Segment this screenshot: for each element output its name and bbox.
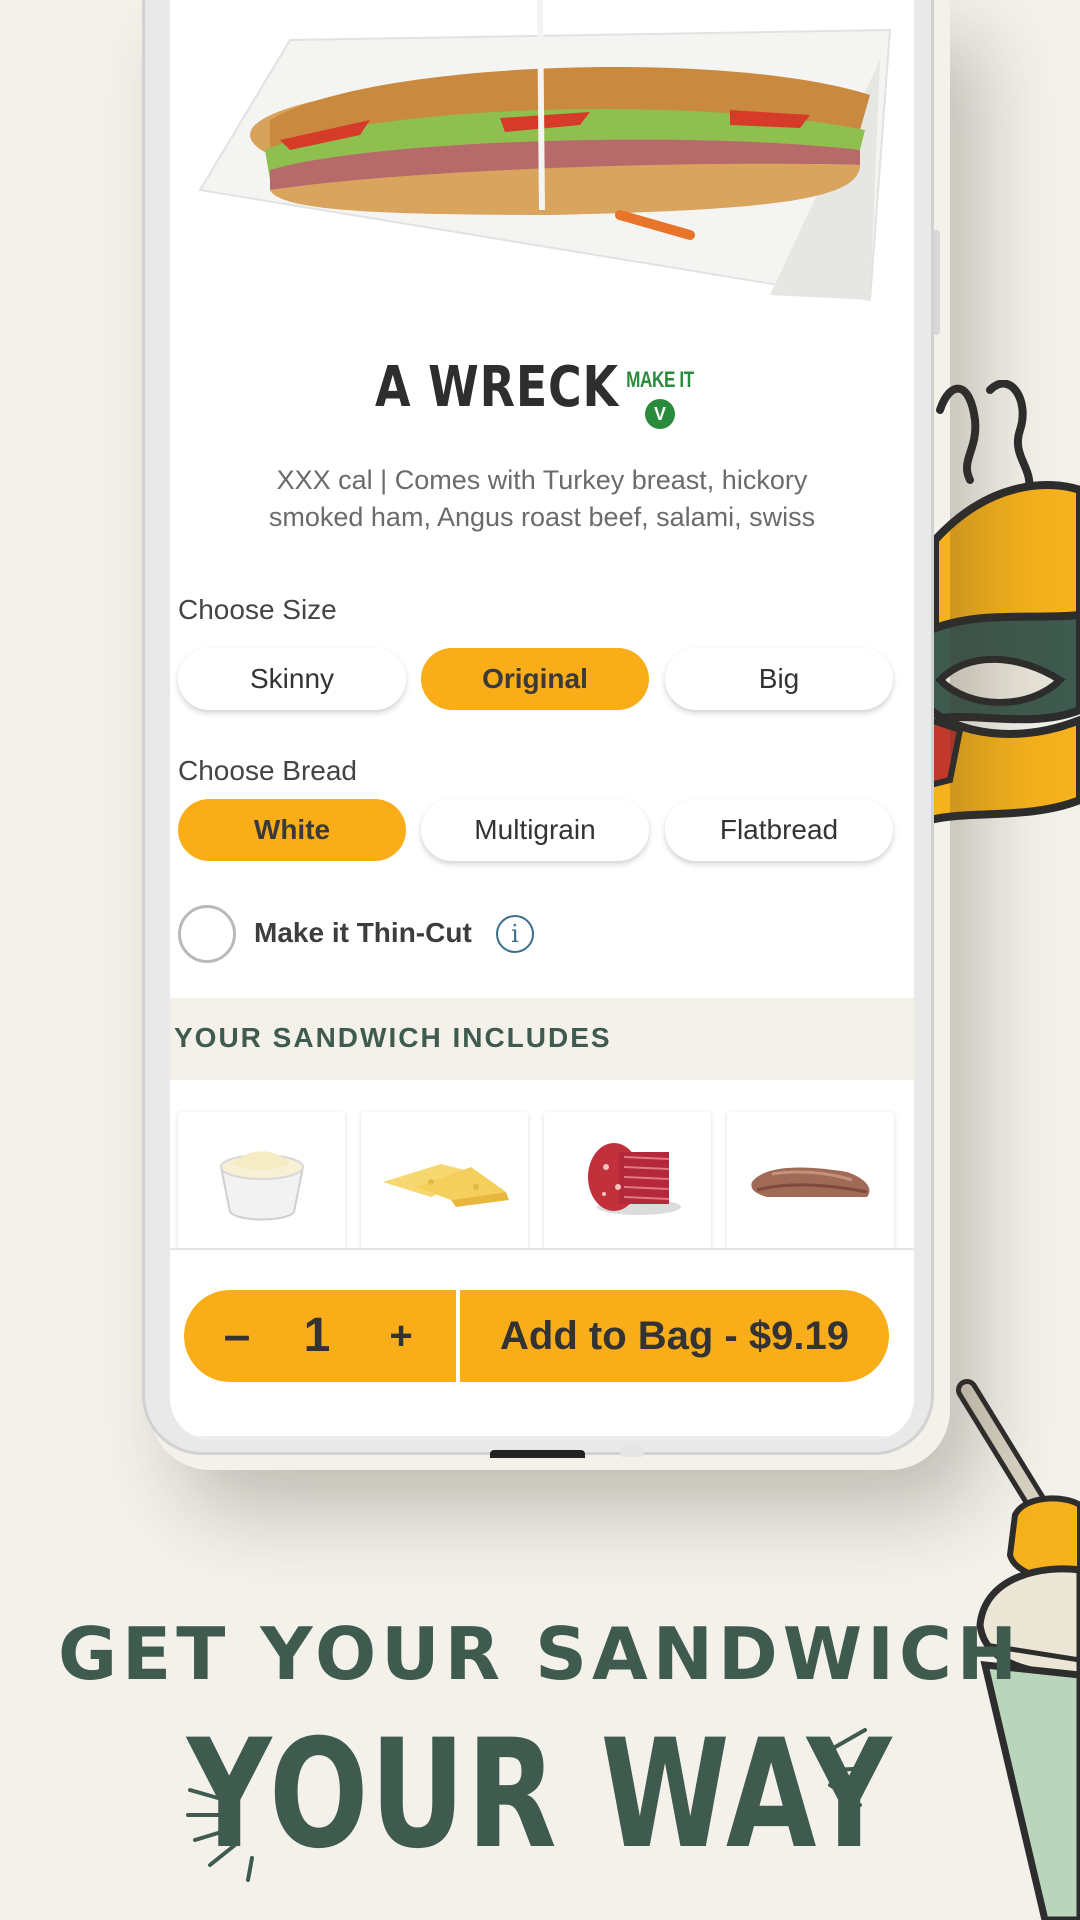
ingredient-card-roast-beef[interactable] xyxy=(727,1112,894,1252)
mayo-cup-icon xyxy=(219,1151,305,1221)
info-icon[interactable]: i xyxy=(496,915,534,953)
vegetarian-badge[interactable]: MAKE IT V xyxy=(615,367,705,429)
ingredient-card-mayo[interactable] xyxy=(178,1112,345,1252)
thin-cut-row: Make it Thin-Cut i xyxy=(178,905,678,965)
product-description: XXX cal | Comes with Turkey breast, hick… xyxy=(268,465,816,532)
burst-lines-right xyxy=(828,1728,872,1807)
phone-speaker-slot xyxy=(490,1450,585,1458)
ingredient-card-cheese[interactable] xyxy=(361,1112,528,1252)
bread-options: White Multigrain Flatbread xyxy=(178,799,893,863)
ingredients-list xyxy=(178,1112,894,1252)
size-option-original[interactable]: Original xyxy=(421,648,649,710)
includes-section-header: YOUR SANDWICH INCLUDES xyxy=(170,998,914,1080)
veg-badge-label: MAKE IT xyxy=(626,367,694,392)
sandwich-illustration xyxy=(930,380,1080,825)
bread-option-flatbread[interactable]: Flatbread xyxy=(665,799,893,861)
veg-badge-icon: V xyxy=(645,399,675,429)
size-option-skinny[interactable]: Skinny xyxy=(178,648,406,710)
burst-lines-left xyxy=(186,1788,254,1882)
size-option-big[interactable]: Big xyxy=(665,648,893,710)
decrease-quantity-button[interactable]: – xyxy=(212,1300,262,1372)
quantity-value: 1 xyxy=(303,1309,331,1362)
quantity-stepper: – 1 + xyxy=(184,1290,456,1382)
product-title: A WRECK xyxy=(375,355,619,420)
roast-beef-icon xyxy=(751,1167,870,1197)
increase-quantity-button[interactable]: + xyxy=(376,1300,426,1372)
promo-headline-line1: GET YOUR SANDWICH xyxy=(57,1612,1023,1696)
thin-cut-radio[interactable] xyxy=(178,905,236,963)
includes-label: YOUR SANDWICH INCLUDES xyxy=(174,1022,612,1053)
swiss-cheese-icon xyxy=(383,1164,509,1207)
phone-screen: A WRECK MAKE IT V XXX cal | Comes with T… xyxy=(170,0,914,1440)
phone-side-button xyxy=(934,230,940,335)
add-to-bag-button[interactable]: Add to Bag - $9.19 xyxy=(460,1290,889,1382)
home-indicator xyxy=(170,1436,914,1440)
sandwich-photo xyxy=(198,0,892,302)
bread-option-white[interactable]: White xyxy=(178,799,406,861)
product-title-row: A WRECK MAKE IT V xyxy=(170,355,914,445)
phone-port xyxy=(620,1445,644,1457)
ingredient-card-salami[interactable] xyxy=(544,1112,711,1252)
bread-option-multigrain[interactable]: Multigrain xyxy=(421,799,649,861)
salami-icon xyxy=(588,1143,681,1215)
size-options: Skinny Original Big xyxy=(178,648,893,712)
thin-cut-label[interactable]: Make it Thin-Cut xyxy=(254,917,472,949)
cart-bar: – 1 + Add to Bag - $9.19 xyxy=(170,1248,914,1440)
size-section-label: Choose Size xyxy=(178,594,337,625)
bread-section-label: Choose Bread xyxy=(178,755,358,786)
